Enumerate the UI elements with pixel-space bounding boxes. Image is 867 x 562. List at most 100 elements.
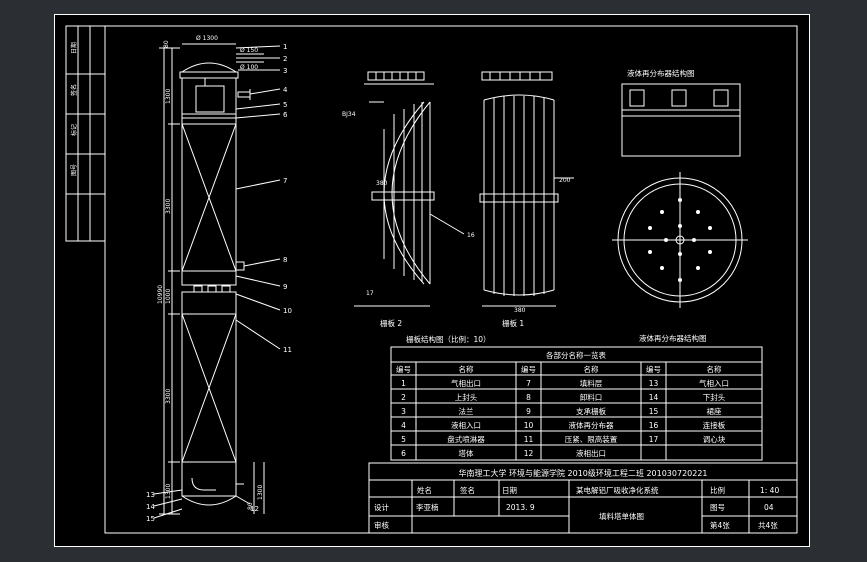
callout-number: 13 bbox=[146, 491, 155, 499]
callout-number: 12 bbox=[250, 505, 259, 513]
header-date: 日期 bbox=[502, 486, 517, 495]
side-strip-label: 签名 bbox=[70, 84, 78, 96]
table-cell: 15 bbox=[649, 407, 659, 416]
callout-number: 10 bbox=[283, 307, 292, 315]
drawing-title: 填料塔单体图 bbox=[599, 511, 644, 521]
table-cell: 17 bbox=[649, 435, 659, 444]
header-name: 姓名 bbox=[417, 485, 432, 495]
table-cell: 7 bbox=[526, 379, 531, 388]
table-header-cell: 名称 bbox=[459, 364, 474, 374]
callout-number: 3 bbox=[283, 67, 287, 75]
distributor-drawing bbox=[612, 83, 748, 308]
drawing-sheet: 日期 签名 标记 图号 Ø 1300 Ø 150 Ø 100 80 1300 3… bbox=[54, 14, 810, 547]
dim-label: 1300 bbox=[257, 485, 264, 500]
designer-name: 李亚楠 bbox=[416, 502, 439, 512]
table-cell: 12 bbox=[524, 449, 534, 458]
side-strip-label: 日期 bbox=[70, 42, 78, 54]
callout-number: 16 bbox=[467, 232, 475, 239]
table-cell: 卸料口 bbox=[580, 392, 603, 402]
dim-label: 10990 bbox=[157, 285, 164, 304]
table-cell: 3 bbox=[401, 407, 406, 416]
table-cell: 上封头 bbox=[455, 392, 478, 402]
parts-table-title: 各部分名称一览表 bbox=[546, 350, 606, 360]
header-sign: 签名 bbox=[460, 485, 475, 495]
table-cell: 液相入口 bbox=[451, 420, 481, 430]
callout-number: 15 bbox=[146, 515, 155, 523]
table-cell: 5 bbox=[401, 435, 406, 444]
packed-tower bbox=[153, 43, 281, 519]
table-cell: 13 bbox=[649, 379, 659, 388]
project-name: 某电解铝厂吸收净化系统 bbox=[576, 485, 659, 495]
callout-number: 7 bbox=[283, 177, 287, 185]
table-cell: 1 bbox=[401, 379, 406, 388]
dim-label: Ø 150 bbox=[240, 47, 258, 54]
callout-number: 14 bbox=[146, 503, 155, 511]
sheet-total: 共4张 bbox=[758, 521, 778, 530]
table-cell: 塔体 bbox=[459, 448, 474, 458]
dim-label: 200 bbox=[559, 177, 571, 184]
table-cell: 连接板 bbox=[703, 420, 726, 430]
callout-number: 4 bbox=[283, 86, 288, 94]
side-strip-label: 图号 bbox=[71, 164, 78, 176]
table-cell: 盘式喷淋器 bbox=[447, 434, 485, 444]
table-header-cell: 编号 bbox=[521, 364, 536, 374]
table-cell: 8 bbox=[526, 393, 531, 402]
callout-number: 8 bbox=[283, 256, 287, 264]
callout-number: 1 bbox=[283, 43, 287, 51]
table-cell: 液相出口 bbox=[576, 448, 606, 458]
dim-label: 3300 bbox=[165, 199, 172, 214]
grid-plate-drawing bbox=[354, 71, 574, 307]
scale-value: 1: 40 bbox=[760, 486, 779, 495]
review-label: 审核 bbox=[374, 520, 389, 530]
callout-number: 5 bbox=[283, 101, 287, 109]
table-cell: 气相入口 bbox=[699, 378, 729, 388]
table-cell: 法兰 bbox=[459, 406, 474, 416]
dim-label: 380 bbox=[514, 307, 526, 314]
dim-label: 80 bbox=[163, 40, 170, 48]
table-cell: 液体再分布器 bbox=[569, 420, 614, 430]
table-cell: 下封头 bbox=[703, 392, 726, 402]
dim-label: 1300 bbox=[165, 89, 172, 104]
scale-label: 比例 bbox=[710, 485, 725, 495]
sheet-number: 第4张 bbox=[710, 520, 730, 530]
plate-1-label: 栅板 1 bbox=[502, 318, 524, 328]
side-strip-label: 标记 bbox=[70, 124, 78, 136]
table-cell: 4 bbox=[401, 421, 406, 430]
table-cell: 2 bbox=[401, 393, 406, 402]
table-cell: 支承栅板 bbox=[576, 406, 606, 416]
design-date: 2013. 9 bbox=[506, 503, 535, 512]
dim-label: 380 bbox=[376, 180, 388, 187]
table-cell: 14 bbox=[649, 393, 659, 402]
drawing-no-label: 图号 bbox=[710, 503, 725, 512]
grid-plate-caption: 栅板结构图（比例：10） bbox=[406, 334, 491, 344]
dim-label: 1300 bbox=[165, 484, 172, 499]
table-header-cell: 编号 bbox=[396, 364, 411, 374]
table-cell: 9 bbox=[526, 407, 531, 416]
distributor-title: 液体再分布器结构图 bbox=[627, 68, 695, 78]
table-cell: 调心块 bbox=[703, 434, 726, 444]
callout-number: 17 bbox=[366, 290, 374, 297]
table-cell: 气相出口 bbox=[451, 378, 481, 388]
dim-label: 1000 bbox=[165, 289, 172, 304]
callout-number: 2 bbox=[283, 55, 287, 63]
table-header-cell: 名称 bbox=[584, 364, 599, 374]
dim-label: 3300 bbox=[165, 389, 172, 404]
callout-number: 6 bbox=[283, 111, 288, 119]
table-cell: 16 bbox=[649, 421, 659, 430]
drawing-no: 04 bbox=[764, 503, 774, 512]
table-cell: 压紧、限高装置 bbox=[565, 434, 618, 444]
distributor-caption: 液体再分布器结构图 bbox=[639, 333, 707, 343]
inner-border bbox=[104, 25, 798, 534]
table-cell: 10 bbox=[524, 421, 534, 430]
callout-number: 11 bbox=[283, 346, 292, 354]
dim-label: Ø 1300 bbox=[196, 35, 218, 42]
table-header-cell: 编号 bbox=[646, 364, 661, 374]
dim-label: Ø 100 bbox=[240, 64, 258, 71]
school-line: 华南理工大学 环境与能源学院 2010级环境工程二班 201030720221 bbox=[458, 468, 707, 478]
callout-label: BJ34 bbox=[342, 111, 356, 118]
plate-2-label: 栅板 2 bbox=[380, 318, 402, 328]
design-label: 设计 bbox=[374, 502, 389, 512]
table-cell: 裙座 bbox=[707, 406, 722, 416]
table-header-cell: 名称 bbox=[707, 364, 722, 374]
table-cell: 11 bbox=[524, 435, 534, 444]
